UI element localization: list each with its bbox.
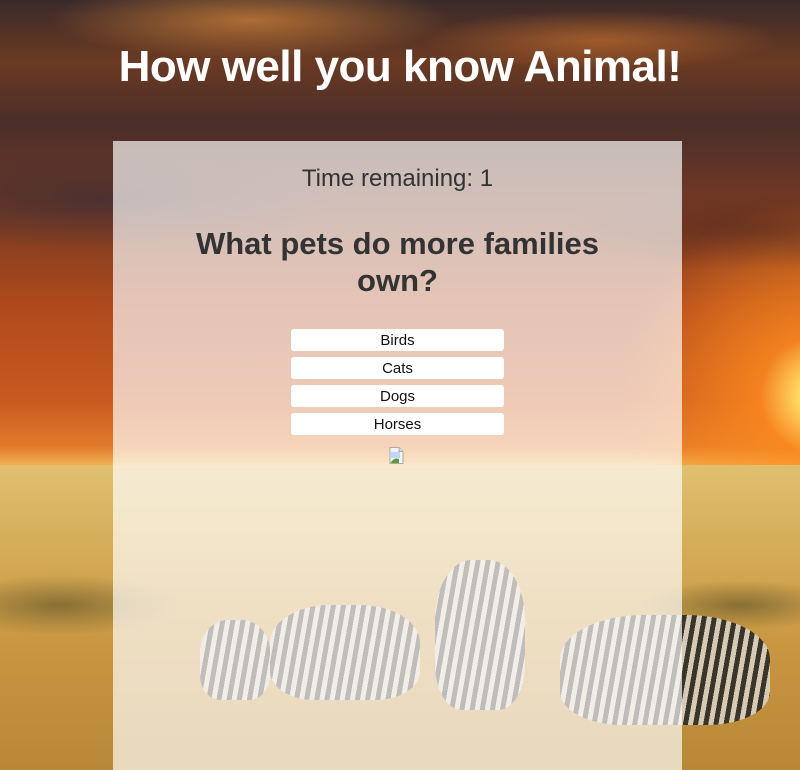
answer-list: Birds Cats Dogs Horses xyxy=(291,329,504,441)
answer-button-horses[interactable]: Horses xyxy=(291,413,504,435)
quiz-panel: Time remaining: 1 What pets do more fami… xyxy=(113,141,682,770)
answer-button-cats[interactable]: Cats xyxy=(291,357,504,379)
broken-image-icon xyxy=(389,447,404,464)
question-text: What pets do more families own? xyxy=(195,226,600,298)
page-title: How well you know Animal! xyxy=(118,42,682,91)
time-remaining: Time remaining: 1 xyxy=(301,165,494,192)
answer-button-birds[interactable]: Birds xyxy=(291,329,504,351)
answer-button-dogs[interactable]: Dogs xyxy=(291,385,504,407)
